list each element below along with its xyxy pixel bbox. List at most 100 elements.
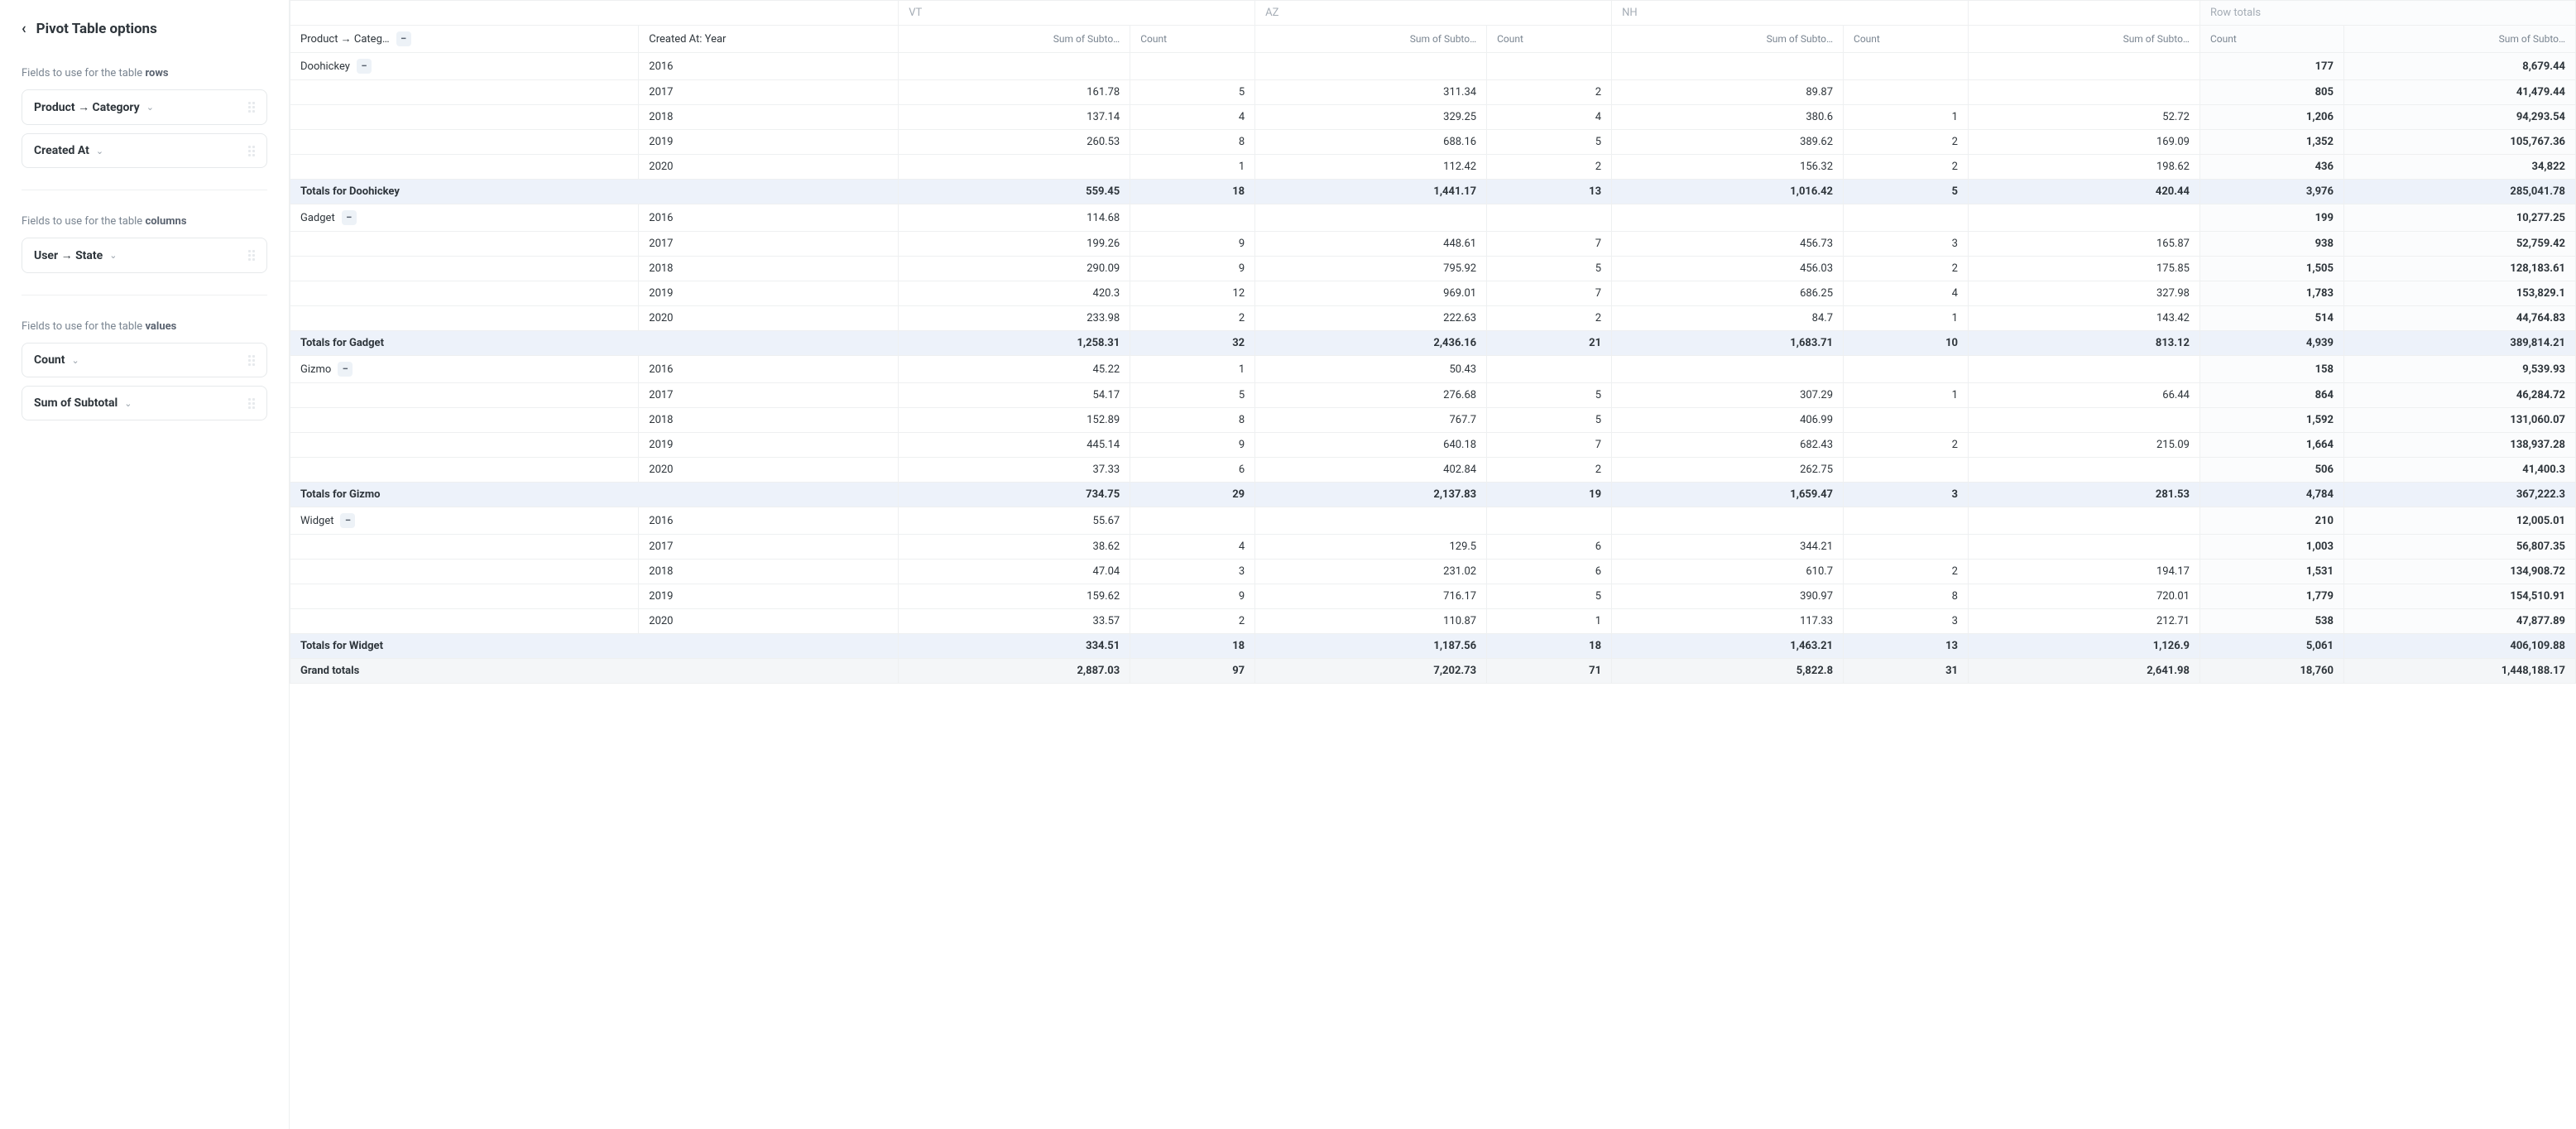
year-cell[interactable]: 2017 (639, 383, 899, 408)
value-cell[interactable]: 1 (1130, 356, 1255, 383)
value-cell[interactable]: 2 (1487, 80, 1612, 105)
value-cell[interactable]: 2 (1844, 257, 1969, 281)
category-cell[interactable] (290, 257, 639, 281)
value-cell[interactable]: 448.61 (1255, 232, 1487, 257)
year-cell[interactable]: 2018 (639, 408, 899, 433)
value-cell[interactable]: 8 (1844, 584, 1969, 609)
category-cell[interactable] (290, 80, 639, 105)
value-cell[interactable]: 55.67 (899, 507, 1130, 535)
value-cell[interactable]: 1,016.42 (1612, 180, 1844, 204)
value-field-count[interactable]: Count⌄ (22, 343, 267, 377)
value-cell[interactable]: 89.87 (1612, 80, 1844, 105)
value-cell[interactable]: 117.33 (1612, 609, 1844, 634)
value-cell[interactable]: 9 (1130, 232, 1255, 257)
value-cell[interactable]: 137.14 (899, 105, 1130, 130)
value-cell[interactable]: 1,783 (2199, 281, 2343, 306)
value-cell[interactable] (1130, 53, 1255, 80)
value-cell[interactable]: 938 (2199, 232, 2343, 257)
value-cell[interactable]: 215.09 (1968, 433, 2199, 458)
sub-count[interactable]: Count (1844, 26, 1969, 53)
value-cell[interactable]: 13 (1844, 634, 1969, 659)
value-cell[interactable]: 734.75 (899, 483, 1130, 507)
category-cell[interactable]: Gizmo− (290, 356, 639, 383)
value-cell[interactable]: 1,659.47 (1612, 483, 1844, 507)
value-cell[interactable]: 138,937.28 (2343, 433, 2575, 458)
value-cell[interactable] (1612, 53, 1844, 80)
value-cell[interactable]: 2,887.03 (899, 659, 1130, 684)
value-cell[interactable]: 420.44 (1968, 180, 2199, 204)
value-cell[interactable]: 260.53 (899, 130, 1130, 155)
value-cell[interactable] (1968, 507, 2199, 535)
value-cell[interactable]: 311.34 (1255, 80, 1487, 105)
year-cell[interactable]: 2017 (639, 535, 899, 560)
value-cell[interactable]: 134,908.72 (2343, 560, 2575, 584)
value-cell[interactable]: 161.78 (899, 80, 1130, 105)
value-cell[interactable]: 538 (2199, 609, 2343, 634)
year-cell[interactable]: 2020 (639, 306, 899, 331)
value-cell[interactable]: 1 (1487, 609, 1612, 634)
value-cell[interactable]: 177 (2199, 53, 2343, 80)
value-cell[interactable]: 327.98 (1968, 281, 2199, 306)
value-cell[interactable]: 5 (1487, 584, 1612, 609)
drag-handle-icon[interactable] (248, 146, 255, 156)
sub-sum[interactable]: Sum of Subto… (1255, 26, 1487, 53)
value-cell[interactable]: 262.75 (1612, 458, 1844, 483)
year-cell[interactable]: 2016 (639, 204, 899, 232)
value-cell[interactable] (1968, 535, 2199, 560)
value-cell[interactable] (1844, 458, 1969, 483)
value-cell[interactable]: 559.45 (899, 180, 1130, 204)
year-cell[interactable]: 2019 (639, 130, 899, 155)
category-cell[interactable] (290, 535, 639, 560)
value-cell[interactable] (1968, 53, 2199, 80)
value-cell[interactable]: 2,137.83 (1255, 483, 1487, 507)
column-field-user-state[interactable]: User → State⌄ (22, 238, 267, 273)
value-cell[interactable]: 18 (1487, 634, 1612, 659)
value-cell[interactable]: 4 (1487, 105, 1612, 130)
category-cell[interactable] (290, 408, 639, 433)
value-cell[interactable]: 45.22 (899, 356, 1130, 383)
col-group[interactable]: AZ (1255, 1, 1612, 26)
value-cell[interactable]: 112.42 (1255, 155, 1487, 180)
year-cell[interactable]: 2019 (639, 433, 899, 458)
value-cell[interactable]: 5,061 (2199, 634, 2343, 659)
year-cell[interactable]: 2019 (639, 584, 899, 609)
value-cell[interactable] (1844, 507, 1969, 535)
value-cell[interactable]: 795.92 (1255, 257, 1487, 281)
value-cell[interactable]: 10,277.25 (2343, 204, 2575, 232)
value-cell[interactable]: 767.7 (1255, 408, 1487, 433)
row-field-created-at[interactable]: Created At⌄ (22, 133, 267, 168)
collapse-icon[interactable]: − (357, 59, 372, 74)
value-cell[interactable]: 156.32 (1612, 155, 1844, 180)
value-cell[interactable]: 290.09 (899, 257, 1130, 281)
value-cell[interactable] (899, 53, 1130, 80)
value-cell[interactable]: 3 (1844, 232, 1969, 257)
value-cell[interactable]: 169.09 (1968, 130, 2199, 155)
value-cell[interactable]: 2 (1487, 458, 1612, 483)
value-cell[interactable]: 12 (1130, 281, 1255, 306)
sub-sum[interactable]: Sum of Subto… (1612, 26, 1844, 53)
year-cell[interactable]: 2016 (639, 53, 899, 80)
value-cell[interactable]: 129.5 (1255, 535, 1487, 560)
value-cell[interactable] (1844, 80, 1969, 105)
sub-count[interactable]: Count (1130, 26, 1255, 53)
value-cell[interactable]: 3 (1844, 483, 1969, 507)
sub-sum[interactable]: Sum of Subto… (2343, 26, 2575, 53)
value-cell[interactable]: 46,284.72 (2343, 383, 2575, 408)
value-cell[interactable]: 32 (1130, 331, 1255, 356)
collapse-icon[interactable]: − (340, 513, 355, 528)
value-cell[interactable] (1255, 204, 1487, 232)
category-cell[interactable] (290, 130, 639, 155)
value-cell[interactable]: 231.02 (1255, 560, 1487, 584)
value-cell[interactable] (1844, 204, 1969, 232)
value-cell[interactable] (1844, 356, 1969, 383)
pivot-table-container[interactable]: VTAZNHRow totalsProduct → Categ…−Created… (290, 0, 2576, 1129)
value-cell[interactable]: 2 (1487, 306, 1612, 331)
value-cell[interactable]: 71 (1487, 659, 1612, 684)
value-cell[interactable]: 2,641.98 (1968, 659, 2199, 684)
value-cell[interactable] (1968, 458, 2199, 483)
value-cell[interactable]: 34,822 (2343, 155, 2575, 180)
year-cell[interactable]: 2019 (639, 281, 899, 306)
value-cell[interactable]: 9 (1130, 584, 1255, 609)
value-cell[interactable]: 281.53 (1968, 483, 2199, 507)
back-icon[interactable]: ‹ (22, 20, 26, 37)
